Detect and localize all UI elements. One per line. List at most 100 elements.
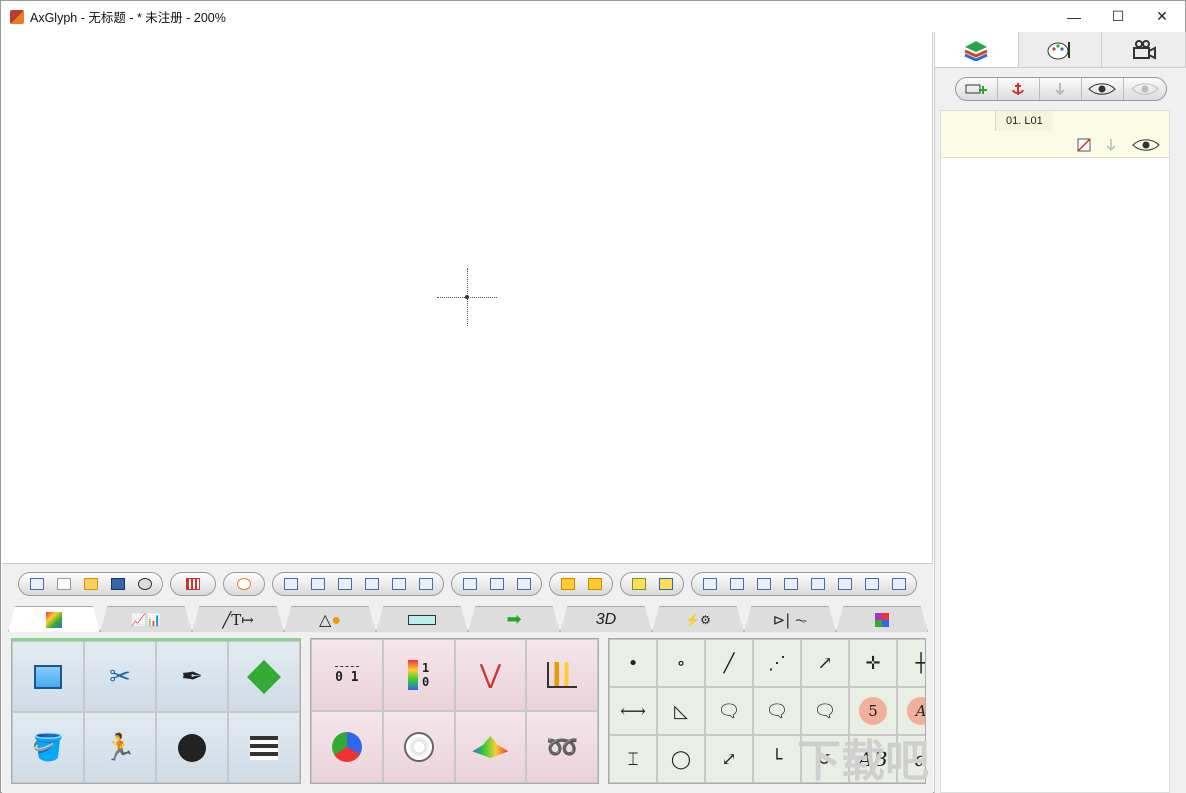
tab-animation[interactable] — [1102, 32, 1186, 67]
flip-horizontal-icon — [560, 578, 575, 590]
tab-flow[interactable] — [376, 606, 468, 632]
dashed-line-button[interactable]: ⋰ — [753, 639, 801, 687]
layer-item[interactable]: 01. L01 — [941, 111, 1169, 158]
animation-button[interactable]: 🏃 — [84, 712, 156, 783]
lock-toggle-icon[interactable] — [1077, 138, 1091, 152]
show-layer-button[interactable] — [1082, 78, 1124, 100]
letter-badge-icon: A — [907, 697, 925, 725]
menu-button[interactable] — [23, 573, 50, 595]
settings-button[interactable] — [131, 573, 158, 595]
edit-object-button[interactable] — [228, 641, 300, 712]
tab-layers[interactable] — [935, 32, 1019, 67]
insert-image-button[interactable] — [12, 641, 84, 712]
helix-button[interactable]: ➿ — [526, 711, 598, 783]
dimension-button[interactable]: ⟷ — [609, 687, 657, 735]
list-icon — [250, 735, 278, 760]
distribute-2-button[interactable] — [723, 573, 750, 595]
bring-front-button[interactable] — [625, 573, 652, 595]
tab-3d[interactable]: 3D — [560, 606, 652, 632]
tab-image[interactable] — [8, 606, 100, 632]
move-down-layer-button[interactable] — [1040, 78, 1082, 100]
align-top-button[interactable] — [358, 573, 385, 595]
bring-front-icon — [631, 578, 646, 590]
tab-circuit[interactable]: ⊳| ⏦ — [744, 606, 836, 632]
flip-vertical-button[interactable] — [581, 573, 608, 595]
layer-visible-icon[interactable] — [1131, 138, 1161, 152]
send-back-button[interactable] — [652, 573, 679, 595]
save-file-button[interactable] — [104, 573, 131, 595]
rotate-button[interactable] — [228, 573, 260, 595]
distribute-5-button[interactable] — [804, 573, 831, 595]
surface-plot-button[interactable] — [454, 711, 527, 783]
function-plot-button[interactable]: ⋁ — [454, 639, 527, 711]
folder-icon — [83, 578, 98, 590]
tab-grid[interactable] — [836, 606, 928, 632]
align-bottom-button[interactable] — [412, 573, 439, 595]
callout-round-button[interactable]: 🗨 — [753, 687, 801, 735]
fill-tool-button[interactable]: 🪣 — [12, 712, 84, 783]
align-right-button[interactable] — [331, 573, 358, 595]
anchor-layer-button[interactable] — [998, 78, 1040, 100]
flip-horizontal-button[interactable] — [554, 573, 581, 595]
double-arrow-button[interactable]: ⤢ — [705, 735, 753, 783]
angle-button[interactable]: ◺ — [657, 687, 705, 735]
axis-button[interactable]: 0 1 — [311, 639, 383, 711]
flip-tools — [549, 572, 613, 596]
distribute-7-button[interactable] — [858, 573, 885, 595]
new-file-button[interactable] — [50, 573, 77, 595]
text-cursor-button[interactable]: ⌶ — [609, 735, 657, 783]
same-width-button[interactable] — [456, 573, 483, 595]
point-button[interactable]: • — [609, 639, 657, 687]
hide-layer-button[interactable] — [1124, 78, 1166, 100]
distribute-1-button[interactable] — [696, 573, 723, 595]
chart-tab-icon: 📈📊 — [131, 612, 161, 627]
side-panel: 01. L01 — [934, 32, 1186, 793]
hollow-point-button[interactable]: ∘ — [657, 639, 705, 687]
minimize-button[interactable]: — — [1051, 1, 1097, 32]
angle-icon: ◺ — [674, 700, 688, 722]
side-scrollbar[interactable] — [1170, 110, 1186, 793]
callout-rect-button[interactable]: 🗨 — [705, 687, 753, 735]
clip-image-button[interactable]: ✂ — [84, 641, 156, 712]
arrow-line-button[interactable]: ↗ — [801, 639, 849, 687]
space-h-icon — [864, 578, 879, 590]
align-middle-button[interactable] — [385, 573, 412, 595]
align-center-button[interactable] — [304, 573, 331, 595]
tab-shapes[interactable]: △● — [284, 606, 376, 632]
ai-tool-button[interactable] — [156, 712, 228, 783]
tab-arrow[interactable]: ➡ — [468, 606, 560, 632]
distribute-4-button[interactable] — [777, 573, 804, 595]
distribute-8-button[interactable] — [885, 573, 912, 595]
eye-icon — [1088, 83, 1116, 95]
right-angle-button[interactable]: └ — [753, 735, 801, 783]
tab-style[interactable] — [1018, 32, 1103, 67]
open-file-button[interactable] — [77, 573, 104, 595]
chart-plot-button[interactable] — [526, 639, 598, 711]
tab-chart[interactable]: 📈📊 — [100, 606, 192, 632]
list-tool-button[interactable] — [228, 712, 300, 783]
circle-button[interactable]: ◯ — [657, 735, 705, 783]
layer-down-icon[interactable] — [1105, 138, 1117, 152]
pie-chart-button[interactable] — [311, 711, 383, 783]
drawing-canvas[interactable] — [2, 32, 933, 562]
radar-chart-button[interactable] — [382, 711, 455, 783]
tab-electric[interactable]: ⚡⚙ — [652, 606, 744, 632]
distribute-6-button[interactable] — [831, 573, 858, 595]
tab-line-text[interactable]: ╱T↦ — [192, 606, 284, 632]
pen-tool-button[interactable]: ✒ — [156, 641, 228, 712]
crosshair-button[interactable]: ✛ — [849, 639, 897, 687]
same-height-button[interactable] — [483, 573, 510, 595]
close-button[interactable]: ✕ — [1139, 1, 1185, 32]
distribute-3-button[interactable] — [750, 573, 777, 595]
colorbar-button[interactable]: 1 0 — [382, 639, 455, 711]
align-top-icon — [364, 578, 379, 590]
axes-button[interactable]: ┼ — [897, 639, 925, 687]
maximize-button[interactable]: ☐ — [1095, 1, 1141, 32]
add-layer-icon — [965, 84, 987, 94]
grid-button[interactable] — [175, 573, 211, 595]
align-left-button[interactable] — [277, 573, 304, 595]
same-size-button[interactable] — [510, 573, 537, 595]
new-file-icon — [56, 578, 71, 590]
line-button[interactable]: ╱ — [705, 639, 753, 687]
add-layer-button[interactable] — [956, 78, 998, 100]
